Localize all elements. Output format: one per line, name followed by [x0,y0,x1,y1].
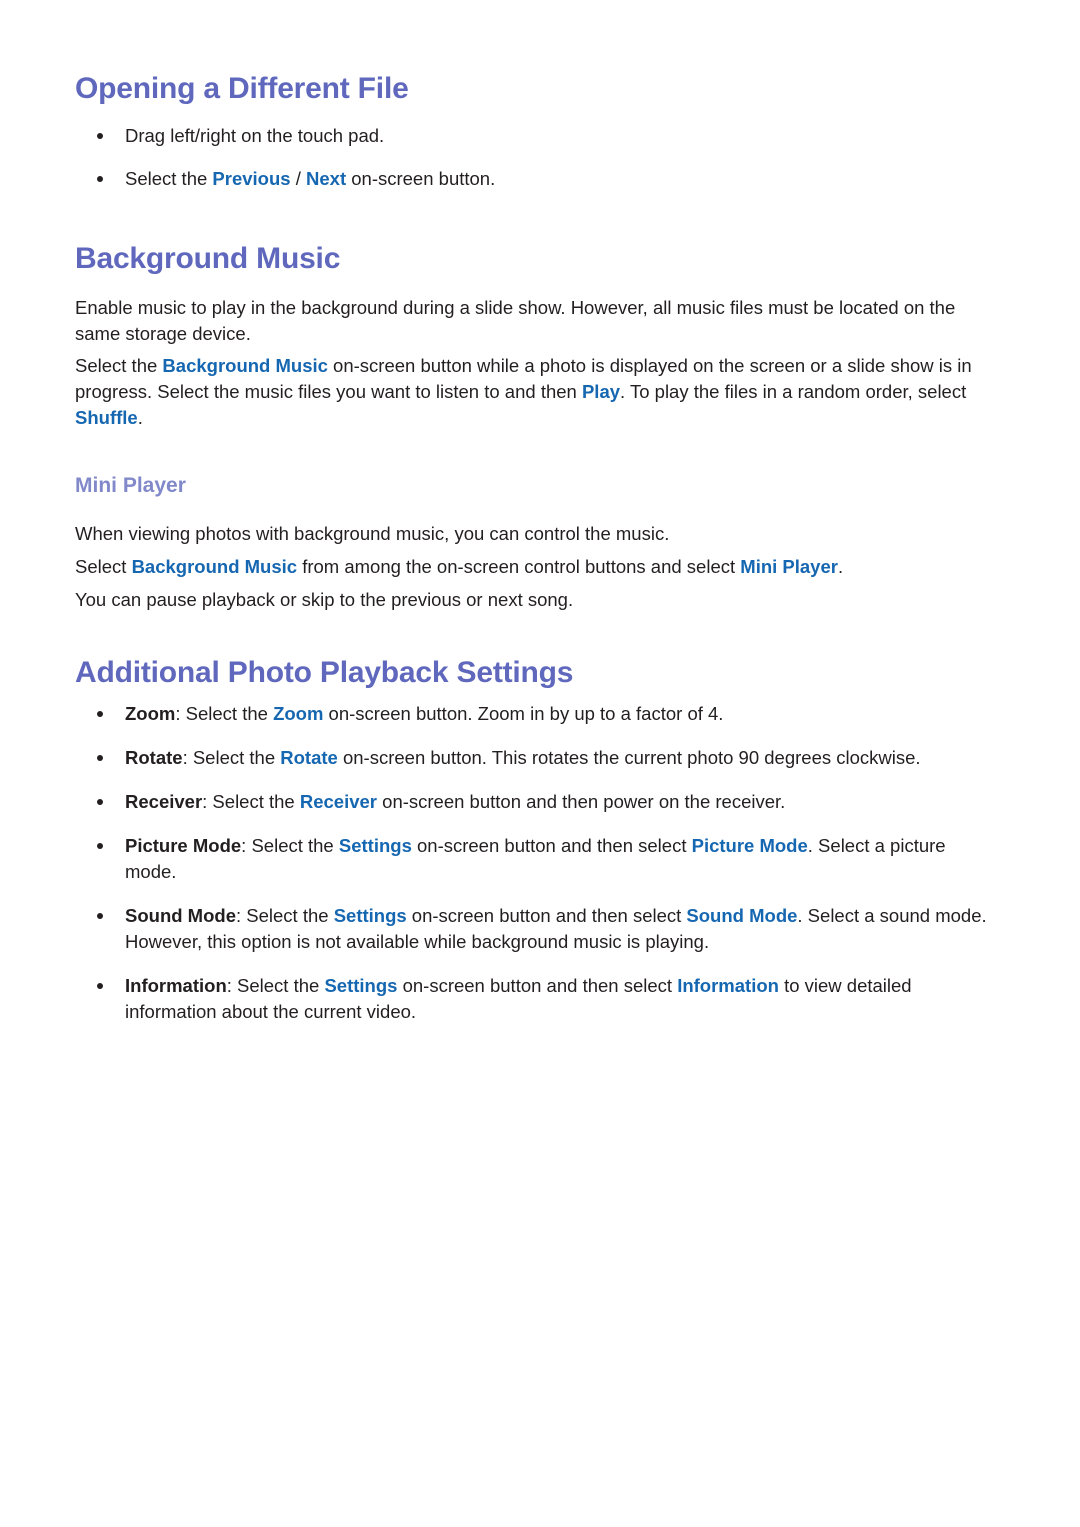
background-music-paragraph-1: Enable music to play in the background d… [75,297,956,344]
inline-accent-term: Mini Player [740,556,838,577]
inline-bold-term: Sound Mode [125,905,236,926]
list-item: Picture Mode: Select the Settings on-scr… [75,833,997,885]
inline-accent-term: Picture Mode [691,835,808,856]
inline-bold-term: Receiver [125,791,203,812]
inline-accent-term: Receiver [299,791,378,812]
inline-accent-term: Settings [338,835,412,856]
inline-accent-term: Sound Mode [686,905,798,926]
inline-bold-term: Information [125,975,227,996]
inline-accent-term: Play [581,381,621,402]
list-item: Drag left/right on the touch pad. [75,123,997,149]
section-heading-background-music: Background Music [75,242,341,275]
inline-accent-term: Next [306,168,347,189]
inline-accent-term: Settings [324,975,398,996]
mini-player-paragraph-2: Select Background Music from among the o… [75,556,844,577]
inline-accent-term: Background Music [131,556,298,577]
opening-a-different-file-bullet-list: Drag left/right on the touch pad. Select … [75,123,997,209]
section-heading-additional-photo-playback-settings: Additional Photo Playback Settings [75,656,574,689]
background-music-paragraph-2: Select the Background Music on-screen bu… [75,355,972,428]
inline-accent-term: Background Music [162,355,328,376]
additional-photo-playback-settings-bullet-list: Zoom: Select the Zoom on-screen button. … [75,701,997,1043]
inline-accent-term: Zoom [273,703,324,724]
inline-accent-term: Previous [212,168,291,189]
inline-bold-term: Rotate [125,747,183,768]
subsection-heading-mini-player: Mini Player [75,474,186,497]
list-item: Zoom: Select the Zoom on-screen button. … [75,701,997,727]
list-item: Select the Previous / Next on-screen but… [75,166,997,192]
page-title: Opening a Different File [75,72,409,105]
inline-bold-term: Zoom [125,703,176,724]
inline-accent-term: Information [677,975,779,996]
inline-accent-term: Settings [333,905,407,926]
list-item: Sound Mode: Select the Settings on-scree… [75,903,997,955]
list-item: Rotate: Select the Rotate on-screen butt… [75,745,997,771]
mini-player-paragraph-3: You can pause playback or skip to the pr… [75,589,574,610]
list-item: Information: Select the Settings on-scre… [75,973,997,1025]
inline-bold-term: Picture Mode [125,835,242,856]
document-page: Opening a Different File Drag left/right… [0,0,1080,1527]
inline-accent-term: Rotate [280,747,338,768]
inline-accent-term: Shuffle [75,407,138,428]
mini-player-paragraph-1: When viewing photos with background musi… [75,523,670,544]
list-item: Receiver: Select the Receiver on-screen … [75,789,997,815]
